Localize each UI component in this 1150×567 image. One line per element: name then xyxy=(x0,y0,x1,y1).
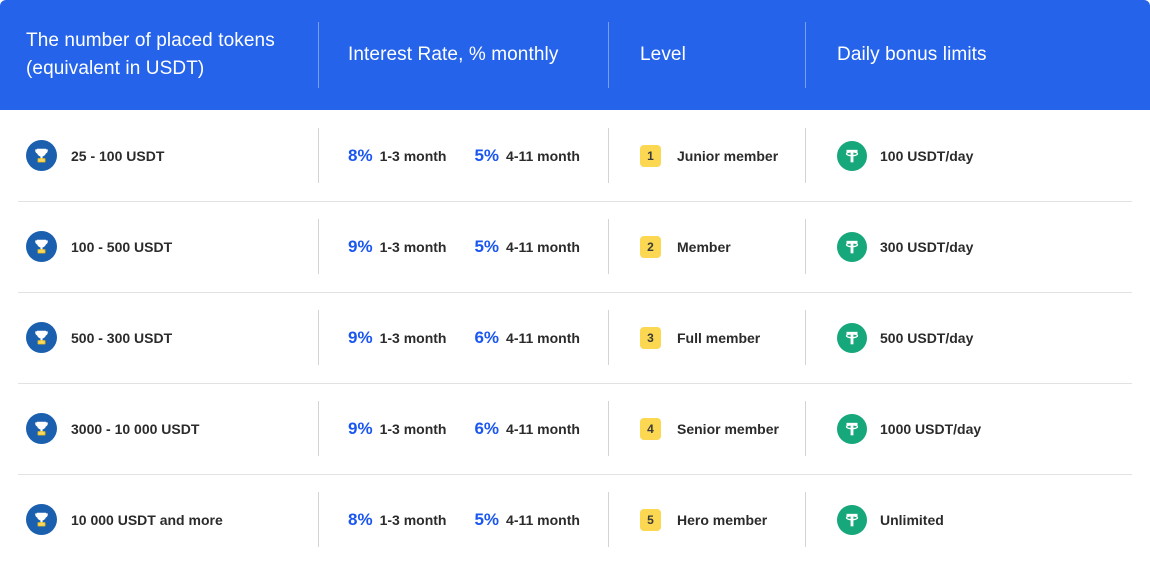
level-number-badge: 3 xyxy=(640,326,661,349)
interest-rate-long-term: 5% 4-11 month xyxy=(474,237,579,257)
level-number-badge: 4 xyxy=(640,417,661,440)
column-header-placed-tokens-label: The number of placed tokens (equivalent … xyxy=(26,27,275,82)
table-row-1: 25 - 100 USDT 8% 1-3 month 5% 4-11 month… xyxy=(0,110,1150,201)
column-header-daily-bonus-limits: Daily bonus limits xyxy=(805,0,1150,110)
column-header-level-label: Level xyxy=(640,44,686,66)
level-number-badge: 2 xyxy=(640,235,661,258)
cell-daily-bonus-limit: 500 USDT/day xyxy=(805,292,1150,383)
level-name: Hero member xyxy=(677,511,768,528)
staking-tiers-table: The number of placed tokens (equivalent … xyxy=(0,0,1150,567)
level-name: Senior member xyxy=(677,420,779,437)
interest-rate-short-term: 9% 1-3 month xyxy=(348,328,446,348)
column-header-placed-tokens: The number of placed tokens (equivalent … xyxy=(0,0,318,110)
interest-rate-short-term-period: 1-3 month xyxy=(379,238,447,255)
column-header-placed-tokens-line1: The number of placed tokens xyxy=(26,30,275,52)
level-number-badge: 5 xyxy=(640,508,661,531)
cell-daily-bonus-limit: 300 USDT/day xyxy=(805,201,1150,292)
table-row-2: 100 - 500 USDT 9% 1-3 month 5% 4-11 mont… xyxy=(0,201,1150,292)
interest-rate-short-term-period: 1-3 month xyxy=(379,420,447,437)
daily-bonus-limit-value: 1000 USDT/day xyxy=(880,420,982,437)
cell-level: 5 Hero member xyxy=(608,474,805,565)
interest-rate-short-term: 9% 1-3 month xyxy=(348,237,446,257)
interest-rate-long-term-percent: 5% xyxy=(474,236,500,256)
interest-rate-long-term-percent: 5% xyxy=(474,509,500,529)
tether-icon xyxy=(837,504,867,535)
level-number-badge: 1 xyxy=(640,144,661,167)
cell-interest-rate: 8% 1-3 month 5% 4-11 month xyxy=(318,110,608,201)
interest-rate-long-term: 5% 4-11 month xyxy=(474,146,579,166)
interest-rate-short-term-percent: 9% xyxy=(348,327,373,347)
cell-daily-bonus-limit: 100 USDT/day xyxy=(805,110,1150,201)
column-header-daily-bonus-limits-label: Daily bonus limits xyxy=(837,44,987,66)
interest-rate-long-term-percent: 5% xyxy=(474,145,500,165)
table-row-5: 10 000 USDT and more 8% 1-3 month 5% 4-1… xyxy=(0,474,1150,565)
interest-rate-short-term-period: 1-3 month xyxy=(379,147,447,164)
cell-level: 3 Full member xyxy=(608,292,805,383)
tether-icon xyxy=(837,140,867,171)
trophy-icon xyxy=(26,231,57,262)
column-header-interest-rate: Interest Rate, % monthly xyxy=(318,0,608,110)
interest-rate-long-term-percent: 6% xyxy=(474,418,500,438)
interest-rate-short-term-period: 1-3 month xyxy=(379,511,447,528)
placed-tokens-value: 25 - 100 USDT xyxy=(71,147,165,164)
cell-interest-rate: 9% 1-3 month 6% 4-11 month xyxy=(318,383,608,474)
daily-bonus-limit-value: Unlimited xyxy=(880,511,944,528)
interest-rate-long-term: 6% 4-11 month xyxy=(474,419,579,439)
level-name: Full member xyxy=(677,329,761,346)
daily-bonus-limit-value: 300 USDT/day xyxy=(880,238,974,255)
placed-tokens-value: 100 - 500 USDT xyxy=(71,238,173,255)
interest-rate-long-term: 6% 4-11 month xyxy=(474,328,579,348)
level-name: Member xyxy=(677,238,731,255)
interest-rate-short-term-percent: 8% xyxy=(348,145,373,165)
cell-level: 1 Junior member xyxy=(608,110,805,201)
level-name: Junior member xyxy=(677,147,779,164)
interest-rate-long-term-period: 4-11 month xyxy=(506,329,580,346)
interest-rate-short-term-percent: 9% xyxy=(348,418,373,438)
interest-rate-short-term-percent: 8% xyxy=(348,509,373,529)
cell-placed-tokens: 500 - 300 USDT xyxy=(0,292,318,383)
cell-level: 2 Member xyxy=(608,201,805,292)
column-header-interest-rate-label: Interest Rate, % monthly xyxy=(348,44,559,66)
table-header-row: The number of placed tokens (equivalent … xyxy=(0,0,1150,110)
cell-interest-rate: 8% 1-3 month 5% 4-11 month xyxy=(318,474,608,565)
interest-rate-long-term: 5% 4-11 month xyxy=(474,510,579,530)
interest-rate-long-term-percent: 6% xyxy=(474,327,500,347)
trophy-icon xyxy=(26,140,57,171)
trophy-icon xyxy=(26,322,57,353)
cell-daily-bonus-limit: Unlimited xyxy=(805,474,1150,565)
cell-placed-tokens: 3000 - 10 000 USDT xyxy=(0,383,318,474)
placed-tokens-value: 10 000 USDT and more xyxy=(71,511,223,528)
tether-icon xyxy=(837,322,867,353)
interest-rate-long-term-period: 4-11 month xyxy=(506,238,580,255)
trophy-icon xyxy=(26,504,57,535)
interest-rate-long-term-period: 4-11 month xyxy=(506,511,580,528)
column-header-level: Level xyxy=(608,0,805,110)
interest-rate-long-term-period: 4-11 month xyxy=(506,420,580,437)
tether-icon xyxy=(837,413,867,444)
table-row-3: 500 - 300 USDT 9% 1-3 month 6% 4-11 mont… xyxy=(0,292,1150,383)
interest-rate-short-term: 8% 1-3 month xyxy=(348,146,446,166)
cell-placed-tokens: 25 - 100 USDT xyxy=(0,110,318,201)
cell-level: 4 Senior member xyxy=(608,383,805,474)
interest-rate-short-term-percent: 9% xyxy=(348,236,373,256)
interest-rate-short-term: 9% 1-3 month xyxy=(348,419,446,439)
interest-rate-short-term: 8% 1-3 month xyxy=(348,510,446,530)
trophy-icon xyxy=(26,413,57,444)
table-row-4: 3000 - 10 000 USDT 9% 1-3 month 6% 4-11 … xyxy=(0,383,1150,474)
cell-placed-tokens: 10 000 USDT and more xyxy=(0,474,318,565)
interest-rate-long-term-period: 4-11 month xyxy=(506,147,580,164)
tether-icon xyxy=(837,231,867,262)
column-header-placed-tokens-line2: (equivalent in USDT) xyxy=(26,58,205,79)
table-body: 25 - 100 USDT 8% 1-3 month 5% 4-11 month… xyxy=(0,110,1150,565)
placed-tokens-value: 500 - 300 USDT xyxy=(71,329,173,346)
daily-bonus-limit-value: 100 USDT/day xyxy=(880,147,974,164)
cell-interest-rate: 9% 1-3 month 6% 4-11 month xyxy=(318,292,608,383)
interest-rate-short-term-period: 1-3 month xyxy=(379,329,447,346)
cell-placed-tokens: 100 - 500 USDT xyxy=(0,201,318,292)
placed-tokens-value: 3000 - 10 000 USDT xyxy=(71,420,200,437)
daily-bonus-limit-value: 500 USDT/day xyxy=(880,329,974,346)
cell-daily-bonus-limit: 1000 USDT/day xyxy=(805,383,1150,474)
cell-interest-rate: 9% 1-3 month 5% 4-11 month xyxy=(318,201,608,292)
